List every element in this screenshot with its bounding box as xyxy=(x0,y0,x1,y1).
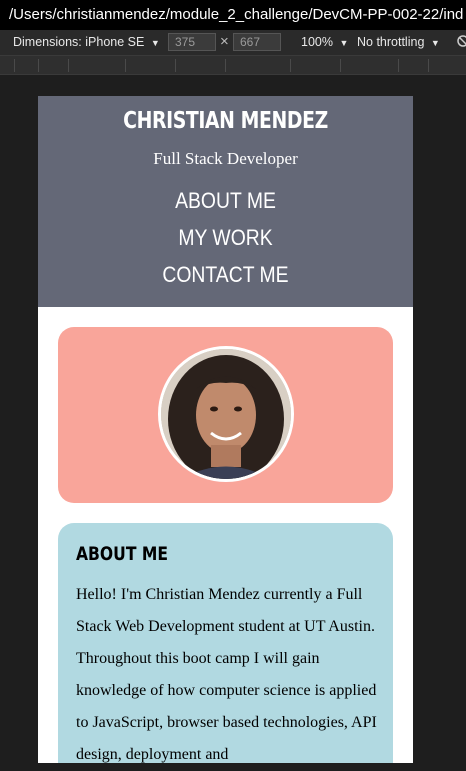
dimensions-dropdown[interactable]: Dimensions: iPhone SE ▼ xyxy=(13,35,160,49)
chevron-down-icon: ▼ xyxy=(150,38,160,48)
address-bar[interactable]: /Users/christianmendez/module_2_challeng… xyxy=(0,0,466,30)
avatar xyxy=(158,346,294,482)
width-input[interactable]: 375 xyxy=(168,33,216,51)
device-viewport: CHRISTIAN MENDEZ Full Stack Developer AB… xyxy=(38,96,413,763)
throttling-dropdown[interactable]: No throttling ▼ xyxy=(357,35,440,49)
url-text: /Users/christianmendez/module_2_challeng… xyxy=(9,6,464,23)
profile-photo-card xyxy=(58,327,393,503)
site-name: CHRISTIAN MENDEZ xyxy=(123,108,328,134)
nav-link-about-me[interactable]: ABOUT ME xyxy=(61,182,391,219)
dimensions-label: Dimensions: iPhone SE xyxy=(13,35,145,49)
height-input[interactable]: 667 xyxy=(233,33,281,51)
device-toolbar: Dimensions: iPhone SE ▼ 375 × 667 100% ▼… xyxy=(0,30,466,55)
zoom-dropdown[interactable]: 100% ▼ xyxy=(301,35,348,49)
site-nav: ABOUT ME MY WORK CONTACT ME xyxy=(38,182,413,293)
about-me-text: Hello! I'm Christian Mendez currently a … xyxy=(76,586,377,763)
nav-link-my-work[interactable]: MY WORK xyxy=(61,219,391,256)
throttling-label: No throttling xyxy=(357,35,425,49)
nav-link-contact-me[interactable]: CONTACT ME xyxy=(61,256,391,293)
site-header: CHRISTIAN MENDEZ Full Stack Developer AB… xyxy=(38,96,413,307)
chevron-down-icon: ▼ xyxy=(430,38,440,48)
times-symbol: × xyxy=(220,33,229,50)
zoom-label: 100% xyxy=(301,35,333,49)
rotate-icon[interactable] xyxy=(456,34,466,51)
media-query-bar[interactable] xyxy=(0,55,466,75)
about-me-card: ABOUT ME Hello! I'm Christian Mendez cur… xyxy=(58,523,393,763)
chevron-down-icon: ▼ xyxy=(339,38,349,48)
site-tagline: Full Stack Developer xyxy=(153,149,298,168)
about-me-heading: ABOUT ME xyxy=(76,543,169,565)
